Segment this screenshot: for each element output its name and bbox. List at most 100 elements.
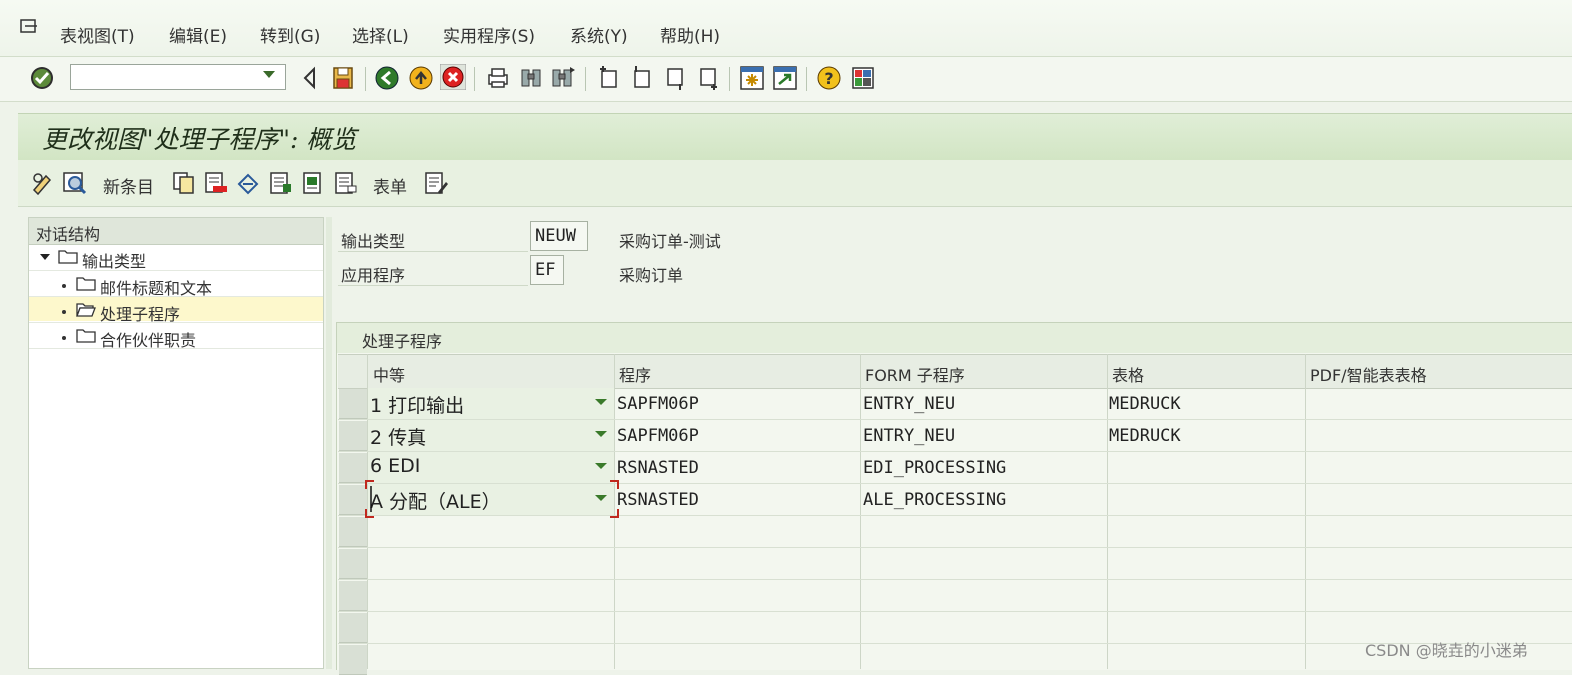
row-selector[interactable] [339, 581, 367, 611]
help-icon[interactable]: ? [816, 65, 842, 91]
copy-as-icon[interactable] [171, 170, 197, 196]
column-header-form-routine[interactable]: FORM 子程序 [865, 362, 965, 386]
program-cell[interactable]: SAPFM06P [617, 426, 699, 446]
medium-dropdown-icon[interactable] [595, 399, 607, 405]
change-display-icon[interactable] [30, 170, 56, 196]
display-icon[interactable] [62, 170, 88, 196]
page-title: 更改视图"处理子程序": 概览 [42, 125, 357, 154]
column-header-program[interactable]: 程序 [619, 362, 651, 386]
dialog-structure-title: 对话结构 [36, 225, 101, 244]
field-underline [338, 251, 528, 252]
previous-page-icon[interactable] [629, 65, 655, 91]
form-routine-cell[interactable]: ENTRY_NEU [863, 394, 955, 414]
form-routine-cell[interactable]: ALE_PROCESSING [863, 490, 1006, 510]
row-divider [338, 547, 1572, 548]
command-field[interactable] [70, 64, 286, 90]
toolbar-separator [729, 67, 730, 91]
program-cell[interactable]: RSNASTED [617, 458, 699, 478]
shortcut-icon[interactable] [772, 65, 798, 91]
menu-system[interactable]: 系统(Y) [570, 22, 628, 47]
tree-bullet [62, 284, 66, 288]
table-caption-bar [337, 323, 1572, 353]
new-session-icon[interactable] [739, 65, 765, 91]
row-selector[interactable] [339, 421, 367, 451]
tree-node-label: 合作伙伴职责 [100, 331, 197, 350]
form-routine-cell[interactable]: ENTRY_NEU [863, 426, 955, 446]
new-entries-button[interactable]: 新条目 [103, 173, 154, 198]
output-type-description: 采购订单-测试 [619, 232, 721, 251]
row-selector[interactable] [339, 485, 367, 515]
form-icon[interactable] [423, 170, 449, 196]
column-divider [1305, 354, 1306, 669]
first-page-icon[interactable] [596, 65, 622, 91]
form-cell[interactable]: MEDRUCK [1109, 426, 1181, 446]
row-selector[interactable] [339, 517, 367, 547]
row-selector[interactable] [339, 645, 367, 675]
save-icon[interactable] [330, 65, 356, 91]
tree-node-label: 处理子程序 [100, 305, 181, 324]
program-cell[interactable]: RSNASTED [617, 490, 699, 510]
undo-change-icon[interactable] [235, 170, 261, 196]
column-header-medium[interactable]: 中等 [373, 362, 405, 386]
menu-table-view[interactable]: 表视图(T) [60, 22, 135, 47]
row-selector[interactable] [339, 613, 367, 643]
delete-icon[interactable] [203, 170, 229, 196]
toolbar-separator [806, 67, 807, 91]
medium-cell[interactable]: 1 打印输出 [370, 391, 464, 418]
next-page-icon[interactable] [662, 65, 688, 91]
medium-cell[interactable]: 2 传真 [370, 423, 426, 450]
menu-select[interactable]: 选择(L) [352, 22, 409, 47]
menu-goto[interactable]: 转到(G) [260, 22, 320, 47]
row-divider [338, 419, 1572, 420]
tree-node-label: 邮件标题和文本 [100, 279, 213, 298]
expand-triangle-icon[interactable] [40, 254, 50, 260]
toolbar-separator [365, 67, 366, 91]
application-description: 采购订单 [619, 266, 684, 285]
back-triangle-icon[interactable] [298, 65, 324, 91]
medium-dropdown-icon[interactable] [595, 463, 607, 469]
last-page-icon[interactable] [695, 65, 721, 91]
enter-check-icon[interactable] [29, 65, 55, 91]
deselect-all-icon[interactable] [332, 170, 358, 196]
application-field: EF [530, 255, 564, 285]
field-underline [338, 285, 528, 286]
tree-bullet [62, 310, 66, 314]
column-divider [1107, 354, 1108, 669]
column-header-form[interactable]: 表格 [1112, 362, 1144, 386]
print-icon[interactable] [485, 65, 511, 91]
back-icon[interactable] [374, 65, 400, 91]
menu-bar [0, 0, 1572, 57]
command-dropdown-icon[interactable] [263, 71, 275, 78]
folder-icon [76, 329, 96, 343]
form-button[interactable]: 表单 [373, 173, 407, 198]
program-cell[interactable]: SAPFM06P [617, 394, 699, 414]
tree-divider [29, 270, 323, 271]
form-routine-cell[interactable]: EDI_PROCESSING [863, 458, 1006, 478]
tree-bullet [62, 336, 66, 340]
exit-icon[interactable] [408, 65, 434, 91]
panel-splitter[interactable] [326, 217, 332, 669]
find-icon[interactable] [518, 65, 544, 91]
toolbar-separator [474, 67, 475, 91]
menu-help[interactable]: 帮助(H) [660, 22, 720, 47]
row-selector[interactable] [339, 453, 367, 483]
layout-icon[interactable] [850, 65, 876, 91]
menu-utilities[interactable]: 实用程序(S) [443, 22, 535, 47]
medium-cell[interactable]: 6 EDI [370, 455, 420, 477]
watermark-text: CSDN @晓垚的小迷弟 [1365, 641, 1528, 660]
medium-dropdown-icon[interactable] [595, 431, 607, 437]
row-selector[interactable] [339, 389, 367, 419]
find-next-icon[interactable] [550, 65, 576, 91]
select-block-icon[interactable] [300, 170, 326, 196]
column-divider [860, 354, 861, 669]
select-all-icon[interactable] [267, 170, 293, 196]
form-cell[interactable]: MEDRUCK [1109, 394, 1181, 414]
menu-window-icon[interactable] [19, 18, 39, 36]
menu-edit[interactable]: 编辑(E) [169, 22, 227, 47]
toolbar-separator [585, 67, 586, 91]
row-divider [338, 611, 1572, 612]
open-folder-icon [76, 303, 96, 317]
row-selector[interactable] [339, 549, 367, 579]
column-header-pdf-form[interactable]: PDF/智能表表格 [1310, 362, 1427, 386]
cancel-icon[interactable] [440, 64, 466, 90]
